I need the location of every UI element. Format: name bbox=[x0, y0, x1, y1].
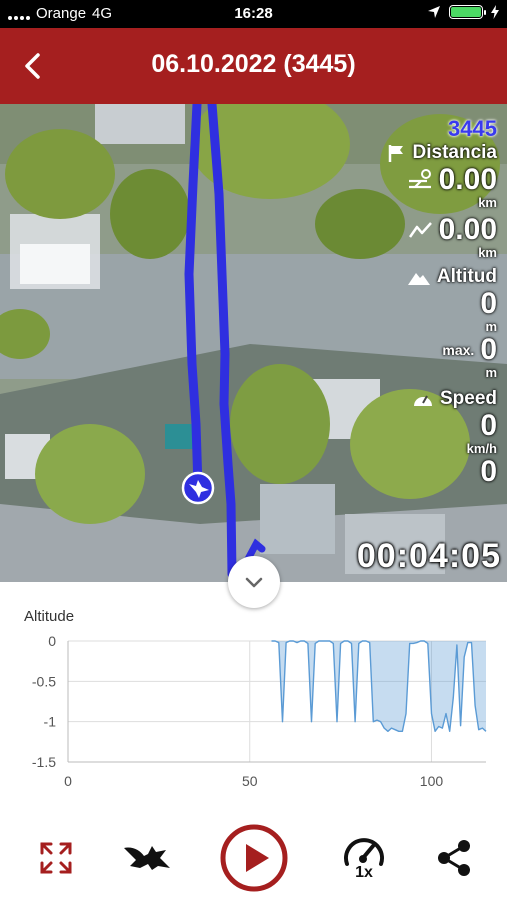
y-tick-label: -1 bbox=[44, 714, 57, 730]
distance-unit: km bbox=[478, 195, 497, 210]
x-tick-label: 50 bbox=[242, 773, 258, 789]
bottom-toolbar: 1x bbox=[0, 815, 507, 900]
altitude-value: 0 bbox=[480, 287, 497, 320]
speed-unit: km/h bbox=[466, 441, 497, 456]
y-tick-label: 0 bbox=[48, 633, 56, 649]
page-title: 06.10.2022 (3445) bbox=[151, 50, 356, 78]
share-button[interactable] bbox=[428, 815, 480, 900]
playback-speed-button[interactable]: 1x bbox=[334, 815, 394, 900]
speed2-row: 0 bbox=[387, 456, 497, 488]
x-tick-label: 100 bbox=[420, 773, 444, 789]
altitude-label: Altitud bbox=[436, 266, 497, 287]
speed-row: 0 bbox=[387, 410, 497, 442]
speed2-value: 0 bbox=[480, 455, 497, 488]
eagle-view-button[interactable] bbox=[112, 815, 182, 900]
location-arrow-icon bbox=[428, 6, 440, 18]
expand-arrows-icon bbox=[40, 842, 72, 873]
distance2-value: 0.00 bbox=[438, 213, 497, 246]
stats-overlay: 3445 Distancia 0.00 km 0.00 km Altitud 0… bbox=[387, 116, 497, 488]
elapsed-timer: 00:04:05 bbox=[356, 537, 501, 575]
trend-icon bbox=[408, 222, 432, 238]
y-tick-label: -1.5 bbox=[32, 754, 56, 770]
altitude-max-row: max. 0 bbox=[387, 334, 497, 366]
eagle-icon bbox=[124, 845, 170, 870]
altitude-max-value: 0 bbox=[480, 333, 497, 366]
altitude-chart: Altitude 0 -0.5 -1 -1.5 0 50 100 bbox=[0, 604, 507, 804]
gauge-icon bbox=[413, 395, 432, 406]
eagle-position-icon[interactable] bbox=[181, 471, 215, 505]
speed-value: 0 bbox=[480, 409, 497, 442]
mountain-icon bbox=[407, 273, 430, 285]
collapse-map-button[interactable] bbox=[228, 556, 280, 608]
track-id: 3445 bbox=[448, 116, 497, 141]
distance2-row: 0.00 bbox=[387, 214, 497, 246]
battery-icon bbox=[449, 5, 486, 19]
distance-label: Distancia bbox=[412, 142, 497, 163]
nav-header: 06.10.2022 (3445) bbox=[0, 28, 507, 104]
altitude-max-unit: m bbox=[485, 365, 497, 380]
speed-section: Speed bbox=[387, 388, 497, 410]
altitude-chart-svg: 0 -0.5 -1 -1.5 0 50 100 bbox=[32, 633, 487, 789]
play-button-icon bbox=[220, 824, 288, 891]
altitude-section: Altitud bbox=[387, 266, 497, 288]
chevron-down-icon bbox=[245, 577, 263, 588]
charging-icon bbox=[491, 5, 499, 19]
speed-multiplier-label: 1x bbox=[355, 863, 373, 881]
route-icon bbox=[408, 169, 431, 189]
share-icon bbox=[438, 839, 470, 876]
distance-row: 0.00 bbox=[387, 164, 497, 196]
y-tick-label: -0.5 bbox=[32, 673, 56, 689]
fullscreen-button[interactable] bbox=[26, 815, 86, 900]
play-button[interactable] bbox=[218, 815, 290, 900]
altitude-max-label: max. bbox=[442, 342, 475, 358]
speedometer-icon bbox=[344, 837, 384, 866]
flag-icon bbox=[388, 145, 403, 162]
status-right bbox=[427, 5, 499, 19]
chart-title: Altitude bbox=[24, 608, 75, 625]
speed-label: Speed bbox=[439, 388, 497, 409]
altitude-row: 0 bbox=[387, 288, 497, 320]
distance-value: 0.00 bbox=[438, 163, 497, 196]
altitude-unit: m bbox=[485, 319, 497, 334]
status-bar: Orange 4G 16:28 bbox=[0, 0, 507, 28]
distance2-unit: km bbox=[478, 245, 497, 260]
x-tick-label: 0 bbox=[64, 773, 72, 789]
distance-section: Distancia bbox=[387, 142, 497, 164]
map-view[interactable]: 3445 Distancia 0.00 km 0.00 km Altitud 0… bbox=[0, 104, 507, 582]
